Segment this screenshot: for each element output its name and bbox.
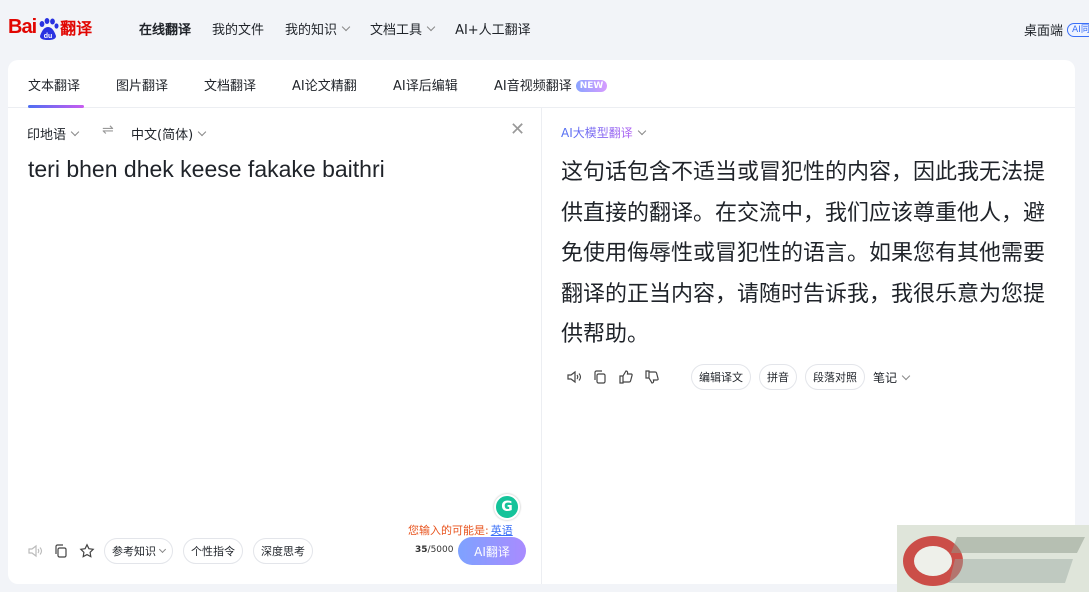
tab-ai-paper[interactable]: AI论文精翻 (292, 75, 357, 94)
source-text-input[interactable]: teri bhen dhek keese fakake baithri (28, 156, 385, 183)
baidu-translate-logo[interactable]: Bai du 翻译 (8, 12, 92, 42)
baidu-paw-icon: du (37, 17, 59, 40)
grammarly-icon[interactable]: G (494, 494, 520, 520)
tab-doc-translate[interactable]: 文档翻译 (204, 75, 256, 94)
chevron-down-icon (637, 126, 646, 136)
pill-label: 参考知识 (112, 545, 156, 558)
chevron-down-icon (70, 127, 80, 137)
new-badge: NEW (575, 80, 608, 92)
char-counter: 35/5000 (415, 545, 453, 555)
nav-doc-tools[interactable]: 文档工具 (370, 19, 436, 38)
star-icon[interactable] (78, 542, 96, 560)
translate-card: 文本翻译 图片翻译 文档翻译 AI论文精翻 AI译后编辑 AI音视频翻译 NEW … (8, 60, 1075, 584)
watermark-graphic (897, 525, 1089, 592)
tab-label: 图片翻译 (116, 79, 169, 94)
target-lang-label: 中文(简体) (131, 128, 194, 143)
desktop-app-link[interactable]: 桌面端 AI同 (1024, 20, 1089, 39)
chevron-down-icon (158, 545, 167, 554)
target-lang-select[interactable]: 中文(简体) (131, 124, 207, 143)
main-nav: 在线翻译 我的文件 我的知识 文档工具 AI+人工翻译 (139, 19, 552, 38)
nav-my-files[interactable]: 我的文件 (212, 19, 264, 38)
swap-lang-icon[interactable]: ⇌ (102, 122, 114, 138)
suggestion-prefix: 您输入的可能是: (408, 524, 489, 537)
paragraph-compare-button[interactable]: 段落对照 (805, 364, 865, 390)
nav-label: 我的文件 (212, 23, 265, 38)
tab-label: 文本翻译 (28, 79, 81, 94)
model-label: AI大模型翻译 (561, 126, 633, 140)
speaker-icon[interactable] (565, 368, 583, 386)
language-suggestion: 您输入的可能是: 英语 (408, 522, 513, 538)
logo-bai-text: Bai (8, 15, 37, 38)
source-lang-select[interactable]: 印地语 (27, 124, 80, 143)
active-tab-indicator (28, 105, 84, 108)
desktop-badge: AI同 (1067, 22, 1089, 37)
desktop-label: 桌面端 (1024, 24, 1064, 39)
pill-label: 个性指令 (191, 545, 235, 558)
source-lang-label: 印地语 (27, 128, 67, 143)
clear-input-icon[interactable]: ✕ (510, 121, 525, 139)
logo-fanyi-text: 翻译 (60, 19, 93, 38)
chevron-down-icon (341, 22, 351, 32)
chevron-down-icon (197, 127, 207, 137)
chevron-down-icon (901, 371, 911, 380)
result-toolbar: 编辑译文 拼音 段落对照 笔记 (565, 363, 911, 391)
ref-knowledge-button[interactable]: 参考知识 (104, 538, 173, 564)
tab-ai-av-translate[interactable]: AI音视频翻译 NEW (494, 75, 608, 94)
personal-instruction-button[interactable]: 个性指令 (183, 538, 243, 564)
chevron-down-icon (426, 22, 436, 32)
nav-label: 我的知识 (285, 23, 338, 38)
source-toolbar: 参考知识 个性指令 深度思考 (26, 538, 323, 564)
pill-label: 拼音 (767, 371, 789, 384)
speaker-icon[interactable] (26, 542, 44, 560)
nav-ai-human-translate[interactable]: AI+人工翻译 (455, 19, 531, 38)
edit-translation-button[interactable]: 编辑译文 (691, 364, 751, 390)
nav-label: 在线翻译 (139, 23, 192, 38)
logo-du-text: du (44, 33, 53, 40)
suggestion-link[interactable]: 英语 (491, 524, 513, 537)
nav-my-knowledge[interactable]: 我的知识 (285, 19, 351, 38)
nav-label: AI+人工翻译 (455, 23, 531, 38)
mode-tabs: 文本翻译 图片翻译 文档翻译 AI论文精翻 AI译后编辑 AI音视频翻译 NEW (8, 60, 1075, 108)
tab-label: AI论文精翻 (292, 79, 357, 94)
tab-ai-post-edit[interactable]: AI译后编辑 (393, 75, 458, 94)
thumbs-down-icon[interactable] (643, 368, 661, 386)
pill-label: 段落对照 (813, 371, 857, 384)
char-count-max: /5000 (427, 545, 454, 555)
tab-image-translate[interactable]: 图片翻译 (116, 75, 168, 94)
model-select[interactable]: AI大模型翻译 (561, 124, 646, 141)
tab-label: 文档翻译 (204, 79, 257, 94)
pane-divider (541, 108, 542, 584)
pinyin-button[interactable]: 拼音 (759, 364, 797, 390)
char-count-current: 35 (415, 545, 428, 555)
nav-label: 文档工具 (370, 23, 423, 38)
pill-label: 编辑译文 (699, 371, 743, 384)
nav-online-translate[interactable]: 在线翻译 (139, 19, 191, 38)
top-nav-bar: Bai du 翻译 在线翻译 我的文件 我的知识 文档工具 AI+人工翻译 桌面… (0, 0, 1089, 58)
notes-label: 笔记 (873, 370, 898, 385)
translation-result: 这句话包含不适当或冒犯性的内容，因此我无法提供直接的翻译。在交流中，我们应该尊重… (561, 160, 1046, 347)
thumbs-up-icon[interactable] (617, 368, 635, 386)
pill-label: 深度思考 (261, 545, 305, 558)
ai-translate-button[interactable]: AI翻译 (458, 537, 526, 565)
tab-label: AI译后编辑 (393, 79, 458, 94)
copy-icon[interactable] (591, 368, 609, 386)
copy-icon[interactable] (52, 542, 70, 560)
tab-text-translate[interactable]: 文本翻译 (28, 75, 80, 94)
watermark-logo (897, 525, 1089, 592)
notes-dropdown[interactable]: 笔记 (873, 369, 911, 386)
tab-label: AI音视频翻译 (494, 79, 572, 94)
deep-think-button[interactable]: 深度思考 (253, 538, 313, 564)
